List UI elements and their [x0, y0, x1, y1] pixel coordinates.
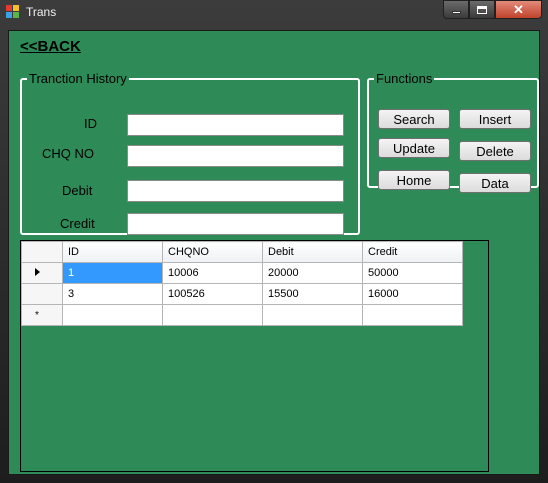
update-button[interactable]: Update [378, 138, 450, 158]
row-header-new[interactable]: * [21, 304, 63, 326]
grid-cell[interactable]: 16000 [362, 283, 463, 305]
table-row[interactable]: 3 100526 15500 16000 [21, 283, 463, 305]
app-icon [6, 5, 20, 19]
home-button[interactable]: Home [378, 170, 450, 190]
credit-input[interactable] [127, 213, 344, 235]
transaction-history-group: Tranction History ID CHQ NO Debit Credit [20, 71, 360, 235]
grid-corner-cell[interactable] [21, 241, 63, 263]
transactions-table: ID CHQNO Debit Credit 1 10006 20000 5000… [21, 241, 463, 326]
grid-cell-empty[interactable] [262, 304, 363, 326]
credit-label: Credit [60, 216, 95, 231]
app-window: Trans ✕ <<BACK Tranction History ID CHQ … [0, 0, 548, 483]
column-header-id[interactable]: ID [62, 241, 163, 263]
grid-header-row: ID CHQNO Debit Credit [21, 241, 463, 263]
grid-cell[interactable]: 10006 [162, 262, 263, 284]
debit-input[interactable] [127, 180, 344, 202]
functions-group: Functions Search Insert Update Delete Ho… [367, 71, 539, 193]
close-button[interactable]: ✕ [495, 0, 542, 19]
minimize-icon [451, 11, 461, 14]
window-controls: ✕ [443, 0, 542, 19]
grid-cell[interactable]: 100526 [162, 283, 263, 305]
column-header-debit[interactable]: Debit [262, 241, 363, 263]
column-header-credit[interactable]: Credit [362, 241, 463, 263]
form-client-area: <<BACK Tranction History ID CHQ NO Debit… [8, 30, 540, 475]
chq-no-input[interactable] [127, 145, 344, 167]
grid-cell[interactable]: 20000 [262, 262, 363, 284]
grid-cell-empty[interactable] [362, 304, 463, 326]
window-title: Trans [26, 5, 57, 19]
column-header-chqno[interactable]: CHQNO [162, 241, 263, 263]
grid-cell-empty[interactable] [62, 304, 163, 326]
delete-button[interactable]: Delete [459, 141, 531, 161]
back-link[interactable]: <<BACK [20, 38, 81, 55]
maximize-icon [477, 5, 487, 14]
data-button[interactable]: Data [459, 173, 531, 193]
grid-cell-empty[interactable] [162, 304, 263, 326]
functions-legend: Functions [376, 71, 433, 86]
minimize-button[interactable] [443, 0, 469, 19]
row-header[interactable] [21, 283, 63, 305]
debit-label: Debit [62, 183, 93, 198]
insert-button[interactable]: Insert [459, 109, 531, 129]
current-row-arrow-icon [34, 268, 40, 276]
grid-cell[interactable]: 15500 [262, 283, 363, 305]
maximize-button[interactable] [469, 0, 495, 19]
chq-no-label: CHQ NO [42, 146, 94, 161]
transaction-history-legend: Tranction History [29, 71, 127, 86]
row-header-current[interactable] [21, 262, 63, 284]
id-input[interactable] [127, 114, 344, 136]
transactions-grid[interactable]: ID CHQNO Debit Credit 1 10006 20000 5000… [20, 240, 489, 472]
table-row[interactable]: 1 10006 20000 50000 [21, 262, 463, 284]
new-row[interactable]: * [21, 304, 463, 326]
grid-cell[interactable]: 1 [62, 262, 163, 284]
grid-cell[interactable]: 3 [62, 283, 163, 305]
close-icon: ✕ [513, 2, 524, 17]
grid-cell[interactable]: 50000 [362, 262, 463, 284]
title-bar[interactable]: Trans ✕ [0, 0, 548, 26]
id-label: ID [84, 116, 97, 131]
new-row-star-icon: * [35, 310, 39, 321]
search-button[interactable]: Search [378, 109, 450, 129]
